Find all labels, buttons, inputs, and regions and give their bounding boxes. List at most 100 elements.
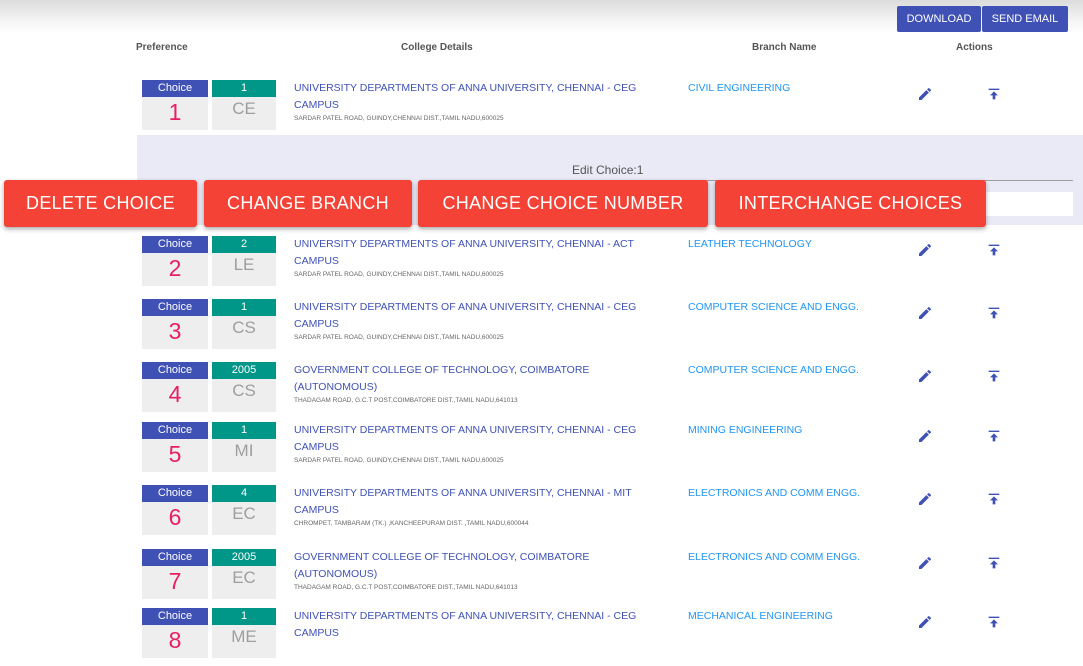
branch-name[interactable]: MECHANICAL ENGINEERING (688, 610, 833, 622)
download-button[interactable]: DOWNLOAD (897, 6, 981, 32)
college-details: UNIVERSITY DEPARTMENTS OF ANNA UNIVERSIT… (294, 485, 674, 529)
college-name: GOVERNMENT COLLEGE OF TECHNOLOGY, COIMBA… (294, 551, 590, 580)
branch-code: ME (231, 627, 257, 646)
choice-number: 4 (168, 381, 182, 407)
move-to-top-icon[interactable] (986, 86, 1002, 102)
branch-code: CE (232, 99, 256, 118)
edit-pencil-icon[interactable] (917, 242, 933, 258)
college-address: SARDAR PATEL ROAD, GUINDY,CHENNAI DIST.,… (294, 271, 504, 278)
choice-label: Choice (142, 236, 208, 253)
college-name-line2: CAMPUS (294, 504, 339, 516)
choice-badge: Choice 6 (142, 485, 208, 535)
college-address: THADAGAM ROAD, G.C.T POST,COIMBATORE DIS… (294, 584, 518, 591)
send-email-button[interactable]: SEND EMAIL (982, 6, 1068, 32)
code-badge: 2 LE (212, 236, 276, 286)
choice-badge: Choice 1 (142, 80, 208, 130)
choice-label: Choice (142, 608, 208, 625)
interchange-choices-button[interactable]: INTERCHANGE CHOICES (715, 180, 986, 227)
edit-pencil-icon[interactable] (917, 614, 933, 630)
code-badge: 1 CS (212, 299, 276, 349)
move-to-top-icon[interactable] (986, 428, 1002, 444)
code-badge: 2005 EC (212, 549, 276, 599)
change-branch-button[interactable]: CHANGE BRANCH (204, 180, 412, 227)
choice-badge: Choice 7 (142, 549, 208, 599)
header-college-details: College Details (401, 42, 473, 53)
branch-name[interactable]: COMPUTER SCIENCE AND ENGG. (688, 301, 859, 313)
choice-row: Choice 7 2005 EC GOVERNMENT COLLEGE OF TECHN… (0, 549, 1083, 607)
college-name: UNIVERSITY DEPARTMENTS OF ANNA UNIVERSIT… (294, 82, 637, 94)
branch-name[interactable]: ELECTRONICS AND COMM ENGG. (688, 551, 860, 563)
choice-number: 7 (168, 568, 182, 594)
edit-pencil-icon[interactable] (917, 86, 933, 102)
code-badge: 1 ME (212, 608, 276, 658)
header-branch-name: Branch Name (752, 42, 817, 53)
header-preference: Preference (136, 42, 188, 53)
branch-code: LE (233, 255, 255, 274)
move-to-top-icon[interactable] (986, 305, 1002, 321)
move-to-top-icon[interactable] (986, 555, 1002, 571)
choice-row: Choice 5 1 MI UNIVERSITY DEPARTMENTS OF ANNA… (0, 422, 1083, 480)
college-name: UNIVERSITY DEPARTMENTS OF ANNA UNIVERSIT… (294, 610, 637, 622)
edit-choice-title: Edit Choice:1 (572, 163, 644, 177)
move-to-top-icon[interactable] (986, 491, 1002, 507)
college-address: CHROMPET, TAMBARAM (TK.) ,KANCHEEPURAM D… (294, 520, 529, 527)
edit-choice-input[interactable] (985, 192, 1073, 216)
choice-number: 6 (168, 504, 182, 530)
edit-pencil-icon[interactable] (917, 368, 933, 384)
branch-name[interactable]: LEATHER TECHNOLOGY (688, 238, 812, 250)
delete-choice-button[interactable]: DELETE CHOICE (4, 180, 197, 227)
choice-number: 2 (168, 255, 182, 281)
branch-name[interactable]: COMPUTER SCIENCE AND ENGG. (688, 364, 859, 376)
college-code: 2 (212, 236, 276, 253)
branch-name[interactable]: MINING ENGINEERING (688, 424, 802, 436)
code-badge: 1 CE (212, 80, 276, 130)
choice-number: 1 (168, 99, 182, 125)
college-name: UNIVERSITY DEPARTMENTS OF ANNA UNIVERSIT… (294, 424, 637, 436)
choice-label: Choice (142, 362, 208, 379)
choice-label: Choice (142, 549, 208, 566)
choice-number: 8 (168, 627, 182, 653)
move-to-top-icon[interactable] (986, 368, 1002, 384)
college-code: 1 (212, 299, 276, 316)
college-name-line2: CAMPUS (294, 318, 339, 330)
choice-label: Choice (142, 485, 208, 502)
college-details: GOVERNMENT COLLEGE OF TECHNOLOGY, COIMBA… (294, 362, 674, 406)
college-name-line2: CAMPUS (294, 627, 339, 639)
code-badge: 2005 CS (212, 362, 276, 412)
college-name: UNIVERSITY DEPARTMENTS OF ANNA UNIVERSIT… (294, 238, 634, 250)
move-to-top-icon[interactable] (986, 614, 1002, 630)
choice-row: Choice 4 2005 CS GOVERNMENT COLLEGE OF TECHN… (0, 362, 1083, 420)
choice-badge: Choice 2 (142, 236, 208, 286)
college-code: 2005 (212, 549, 276, 566)
choice-row: Choice 2 2 LE UNIVERSITY DEPARTMENTS OF ANNA… (0, 236, 1083, 294)
change-choice-number-button[interactable]: CHANGE CHOICE NUMBER (418, 180, 708, 227)
choice-badge: Choice 5 (142, 422, 208, 472)
college-address: SARDAR PATEL ROAD, GUINDY,CHENNAI DIST.,… (294, 334, 504, 341)
edit-pencil-icon[interactable] (917, 305, 933, 321)
choice-row: Choice 8 1 ME UNIVERSITY DEPARTMENTS OF ANNA… (0, 608, 1083, 666)
edit-pencil-icon[interactable] (917, 491, 933, 507)
code-badge: 1 MI (212, 422, 276, 472)
choice-row: Choice 6 4 EC UNIVERSITY DEPARTMENTS OF ANNA… (0, 485, 1083, 543)
college-address: THADAGAM ROAD, G.C.T POST,COIMBATORE DIS… (294, 397, 518, 404)
branch-code: EC (232, 568, 256, 587)
choice-badge: Choice 3 (142, 299, 208, 349)
college-code: 1 (212, 422, 276, 439)
choice-row: Choice 1 1 CE UNIVERSITY DEPARTMENTS OF ANNA… (0, 80, 1083, 138)
college-name: UNIVERSITY DEPARTMENTS OF ANNA UNIVERSIT… (294, 487, 632, 499)
college-details: GOVERNMENT COLLEGE OF TECHNOLOGY, COIMBA… (294, 549, 674, 593)
branch-code: MI (234, 441, 254, 460)
choice-label: Choice (142, 299, 208, 316)
college-code: 1 (212, 80, 276, 97)
edit-pencil-icon[interactable] (917, 428, 933, 444)
choice-number: 3 (168, 318, 182, 344)
branch-name[interactable]: ELECTRONICS AND COMM ENGG. (688, 487, 860, 499)
move-to-top-icon[interactable] (986, 242, 1002, 258)
edit-pencil-icon[interactable] (917, 555, 933, 571)
branch-code: EC (232, 504, 256, 523)
choice-label: Choice (142, 80, 208, 97)
branch-name[interactable]: CIVIL ENGINEERING (688, 82, 790, 94)
college-address: SARDAR PATEL ROAD, GUINDY,CHENNAI DIST.,… (294, 457, 504, 464)
college-details: UNIVERSITY DEPARTMENTS OF ANNA UNIVERSIT… (294, 608, 674, 642)
college-code: 4 (212, 485, 276, 502)
